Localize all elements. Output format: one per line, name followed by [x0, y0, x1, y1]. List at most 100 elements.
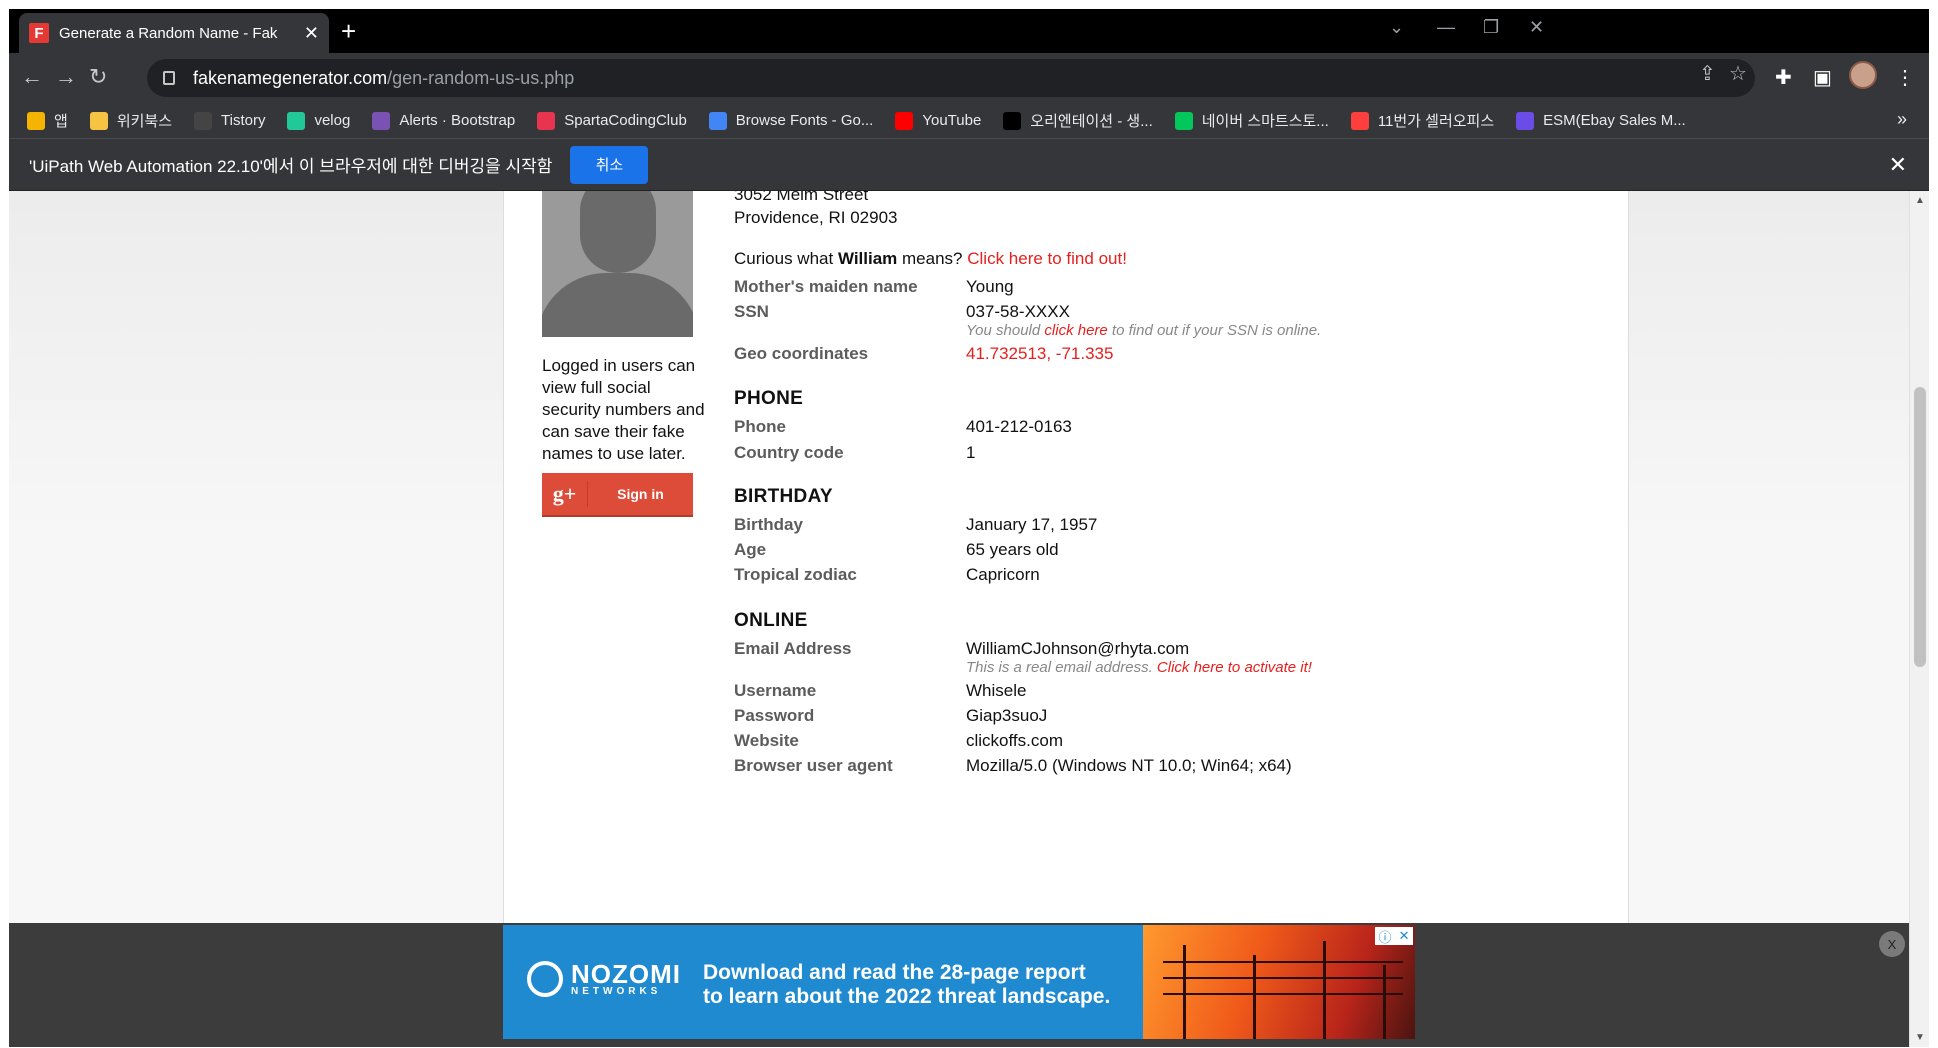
address-block: 3052 Melm Street Providence, RI 02903: [734, 191, 898, 229]
age-value: 65 years old: [966, 540, 1059, 559]
field-label: Browser user agent: [734, 756, 893, 775]
activate-email-link[interactable]: Click here to activate it!: [1157, 659, 1312, 676]
bookmark-item[interactable]: 오리엔테이션 - 생...: [1003, 110, 1153, 131]
browser-tab[interactable]: F Generate a Random Name - Fak ✕: [19, 13, 329, 53]
bookmark-star-icon[interactable]: ☆: [1729, 61, 1747, 86]
tistory-icon: [194, 111, 213, 130]
bookmark-label: YouTube: [922, 112, 982, 129]
ssn-value: 037-58-XXXX: [966, 302, 1070, 321]
geo-coordinates-link[interactable]: 41.732513, -71.335: [966, 344, 1113, 364]
bookmark-item[interactable]: Alerts · Bootstrap: [372, 111, 516, 130]
page-viewport: Logged in users can view full social sec…: [9, 191, 1909, 1047]
reload-icon[interactable]: ↻: [89, 65, 107, 89]
esm-icon: [1516, 111, 1535, 130]
nozomi-logo: NOZOMI NETWORKS: [527, 961, 681, 997]
bookmarks-bar: 앱 위키북스 Tistory velog Alerts · Bootstrap Spart…: [9, 103, 1929, 139]
close-window-icon[interactable]: ✕: [1529, 17, 1544, 38]
tab-title: Generate a Random Name - Fak: [59, 24, 278, 42]
scroll-up-icon[interactable]: ▲: [1915, 195, 1925, 206]
sparta-icon: [537, 111, 556, 130]
bookmark-item[interactable]: velog: [287, 111, 350, 130]
cancel-debugging-button[interactable]: 취소: [570, 145, 649, 184]
ad-message: Download and read the 28-page report to …: [703, 961, 1111, 1008]
bookmark-item[interactable]: ESM(Ebay Sales M...: [1516, 111, 1686, 130]
bookmark-item[interactable]: 네이버 스마트스토...: [1174, 110, 1329, 131]
profile-avatar-icon[interactable]: [1849, 61, 1877, 89]
bookmark-item[interactable]: 위키북스: [89, 110, 173, 131]
sticky-ad-bar: NOZOMI NETWORKS Download and read the 28…: [9, 923, 1909, 1047]
street-address: 3052 Melm Street: [734, 191, 869, 204]
field-label: Tropical zodiac: [734, 565, 857, 584]
google-plus-icon: g+: [542, 481, 588, 507]
bookmark-label: Alerts · Bootstrap: [399, 112, 516, 129]
restore-icon[interactable]: ❐: [1483, 17, 1499, 38]
extensions-icon[interactable]: ✚: [1775, 65, 1792, 90]
password-value: Giap3suoJ: [966, 706, 1048, 725]
browser-window: F Generate a Random Name - Fak ✕ + ⌄ — ❐…: [9, 9, 1929, 1047]
bookmark-item[interactable]: Browse Fonts - Go...: [708, 111, 873, 130]
back-icon[interactable]: ←: [21, 65, 43, 89]
bookmark-label: 네이버 스마트스토...: [1201, 113, 1329, 130]
share-icon[interactable]: ⇪: [1699, 61, 1716, 86]
url-host: fakenamegenerator.com: [193, 67, 388, 88]
email-value: WilliamCJohnson@rhyta.com: [966, 639, 1190, 658]
dark-circle-icon: [1003, 111, 1022, 130]
scrollbar-thumb[interactable]: [1914, 387, 1926, 667]
google-fonts-icon: [708, 111, 727, 130]
infobar-close-icon[interactable]: ✕: [1889, 152, 1907, 178]
tab-search-icon[interactable]: ⌄: [1389, 17, 1404, 38]
login-note: Logged in users can view full social sec…: [542, 356, 705, 463]
name-meaning-line: Curious what William means? Click here t…: [734, 249, 1127, 268]
bookmark-label: Tistory: [221, 112, 266, 129]
bookmark-item[interactable]: 11번가 셀러오피스: [1350, 110, 1494, 131]
field-label: Geo coordinates: [734, 344, 869, 363]
website-value: clickoffs.com: [966, 731, 1063, 750]
birthday-value: January 17, 1957: [966, 515, 1098, 534]
city-state-zip: Providence, RI 02903: [734, 208, 898, 227]
apps-grid-icon: [27, 111, 45, 130]
ssn-check-link[interactable]: click here: [1044, 322, 1107, 339]
nozomi-ad-banner[interactable]: NOZOMI NETWORKS Download and read the 28…: [503, 925, 1415, 1039]
ssn-note: You should click here to find out if you…: [966, 322, 1322, 339]
forward-icon[interactable]: →: [55, 65, 77, 89]
bookmark-item[interactable]: YouTube: [895, 111, 982, 130]
country-code-value: 1: [966, 443, 976, 462]
field-label: Username: [734, 681, 817, 700]
google-signin-button[interactable]: g+ Sign in: [542, 473, 693, 517]
tab-close-icon[interactable]: ✕: [304, 23, 319, 44]
field-label: Website: [734, 731, 799, 750]
page-scrollbar[interactable]: ▲ ▼: [1909, 191, 1929, 1047]
field-label: Mother's maiden name: [734, 277, 918, 296]
name-meaning-link[interactable]: Click here to find out!: [967, 249, 1127, 268]
content-panel: Logged in users can view full social sec…: [503, 191, 1629, 1047]
bookmark-label: 위키북스: [116, 113, 173, 130]
bookmark-item[interactable]: SpartaCodingClub: [537, 111, 687, 130]
email-note: This is a real email address. Click here…: [966, 659, 1312, 676]
address-bar[interactable]: fakenamegenerator.com/gen-random-us-us.p…: [147, 59, 1755, 97]
lock-icon[interactable]: [163, 71, 175, 85]
velog-icon: [287, 111, 306, 130]
youtube-icon: [895, 111, 914, 130]
side-panel-icon[interactable]: ▣: [1813, 65, 1832, 90]
scroll-down-icon[interactable]: ▼: [1915, 1032, 1925, 1043]
menu-kebab-icon[interactable]: ⋮: [1895, 65, 1915, 90]
bootstrap-icon: [372, 111, 391, 130]
11st-icon: [1350, 111, 1369, 130]
more-bookmarks-icon[interactable]: »: [1897, 109, 1907, 130]
new-tab-icon[interactable]: +: [341, 17, 356, 45]
adchoices-icon[interactable]: ⓘ ✕: [1375, 927, 1413, 945]
minimize-icon[interactable]: —: [1437, 17, 1455, 38]
field-label: Password: [734, 706, 815, 725]
phone-heading: PHONE: [734, 388, 804, 409]
navigation-bar: ← → ↻ fakenamegenerator.com/gen-random-u…: [9, 53, 1929, 103]
debugging-infobar: 'UiPath Web Automation 22.10'에서 이 브라우저에 …: [9, 139, 1929, 191]
fakename-favicon-icon: F: [29, 23, 49, 43]
bookmark-label: 오리엔테이션 - 생...: [1030, 113, 1153, 130]
field-label: Phone: [734, 417, 786, 436]
close-ad-button[interactable]: X: [1879, 931, 1905, 957]
phone-value: 401-212-0163: [966, 417, 1072, 436]
bookmark-label: 앱: [54, 113, 68, 130]
bookmark-item[interactable]: 앱: [27, 110, 68, 131]
bookmark-item[interactable]: Tistory: [194, 111, 266, 130]
birthday-heading: BIRTHDAY: [734, 486, 833, 507]
